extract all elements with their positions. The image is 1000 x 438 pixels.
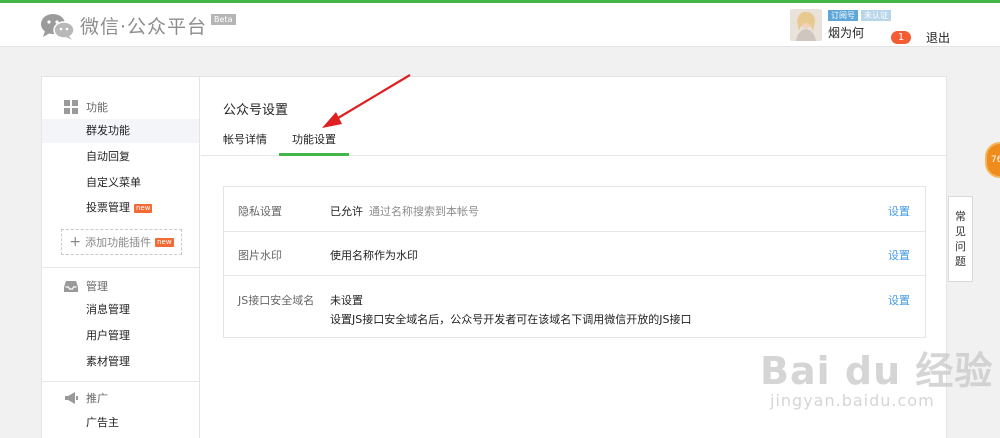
sidebar-item-label: 用户管理 [86,329,130,342]
new-badge: new [155,237,174,247]
settings-row-js-domain: JS接口安全域名 未设置 设置JS接口安全域名后，公众号开发者可在该域名下调用微信… [224,276,925,337]
sidebar-item-label: 素材管理 [86,355,130,368]
sidebar-divider [42,381,199,382]
new-badge: new [134,203,153,213]
wechat-logo-icon [40,13,76,40]
floating-badge[interactable]: 76 [985,142,1000,178]
settings-row-watermark: 图片水印 使用名称作为水印 设置 [224,232,925,276]
unverified-tag: 未认证 [861,9,891,21]
watermark-settings-link[interactable]: 设置 [888,247,910,263]
subscription-tag: 订阅号 [828,9,858,21]
sidebar-item-messages[interactable]: 消息管理 [42,298,199,322]
sidebar-item-advertiser[interactable]: 广告主 [42,411,199,435]
settings-detail: 设置JS接口安全域名后，公众号开发者可在该域名下调用微信开放的JS接口 [330,313,692,326]
add-plugin-button[interactable]: + 添加功能插件 new [61,229,182,255]
sidebar-divider [42,267,199,268]
sidebar-item-mass-send[interactable]: 群发功能 [42,119,199,143]
header: 微信·公众平台 Beta 订阅号 未认证 烟为何 1 退出 [0,3,1000,47]
user-profile[interactable]: 订阅号 未认证 烟为何 [790,9,891,41]
settings-hint: 通过名称搜索到本帐号 [369,205,479,218]
logo-text: 微信·公众平台 [80,16,208,38]
sidebar-group-promote: 推广 [64,390,108,406]
sidebar-item-materials[interactable]: 素材管理 [42,350,199,374]
tab-bar: 帐号详情 功能设置 [201,123,946,156]
sidebar-item-label: 消息管理 [86,303,130,316]
settings-value: 使用名称作为水印 [330,249,418,262]
sidebar-item-auto-reply[interactable]: 自动回复 [42,145,199,169]
sidebar-item-label: 群发功能 [86,124,130,137]
grid-icon [64,100,78,114]
settings-label: 隐私设置 [238,205,282,218]
sidebar: 功能 群发功能 自动回复 自定义菜单 投票管理 new + 添加功能插件 new … [42,77,200,438]
sidebar-group-title: 功能 [86,101,108,114]
faq-label: 常见问题 [955,210,966,268]
settings-row-privacy: 隐私设置 已允许 通过名称搜索到本帐号 设置 [224,187,925,232]
privacy-settings-link[interactable]: 设置 [888,203,910,219]
settings-label: JS接口安全域名 [238,294,315,307]
sidebar-group-title: 推广 [86,392,108,405]
sidebar-item-label: 自定义菜单 [86,176,141,189]
sidebar-group-manage: 管理 [64,278,108,294]
logo[interactable]: 微信·公众平台 Beta [40,12,236,40]
sidebar-item-label: 广告主 [86,416,119,429]
username[interactable]: 烟为何 [828,24,891,41]
logout-link[interactable]: 退出 [926,29,950,46]
faq-float-button[interactable]: 常见问题 [948,196,973,282]
sidebar-item-custom-menu[interactable]: 自定义菜单 [42,171,199,195]
plus-icon: + [69,234,82,250]
sidebar-item-users[interactable]: 用户管理 [42,324,199,348]
notification-badge[interactable]: 1 [891,31,911,44]
baidu-jingyan-watermark: Bai du 经验 jingyan.baidu.com [760,340,993,410]
sidebar-item-vote[interactable]: 投票管理 new [42,196,199,220]
sidebar-group-title: 管理 [86,280,108,293]
settings-table: 隐私设置 已允许 通过名称搜索到本帐号 设置 图片水印 使用名称作为水印 设置 J… [223,186,926,338]
settings-value: 未设置 设置JS接口安全域名后，公众号开发者可在该域名下调用微信开放的JS接口 [330,294,692,326]
inbox-icon [64,279,78,293]
js-domain-settings-link[interactable]: 设置 [888,292,910,308]
sidebar-item-label: 投票管理 [86,201,130,214]
page-title: 公众号设置 [223,103,289,118]
tab-account-details[interactable]: 帐号详情 [223,131,267,156]
user-info: 订阅号 未认证 烟为何 [828,9,891,41]
sidebar-group-function: 功能 [64,99,108,115]
watermark-main: Bai du 经验 [760,349,994,393]
sidebar-item-label: 自动回复 [86,150,130,163]
settings-value: 已允许 通过名称搜索到本帐号 [330,205,479,218]
tab-function-settings[interactable]: 功能设置 [279,131,349,156]
settings-label: 图片水印 [238,249,282,262]
avatar[interactable] [790,9,822,41]
beta-badge: Beta [211,14,236,25]
megaphone-icon [64,391,78,405]
add-plugin-label: 添加功能插件 [85,236,152,249]
